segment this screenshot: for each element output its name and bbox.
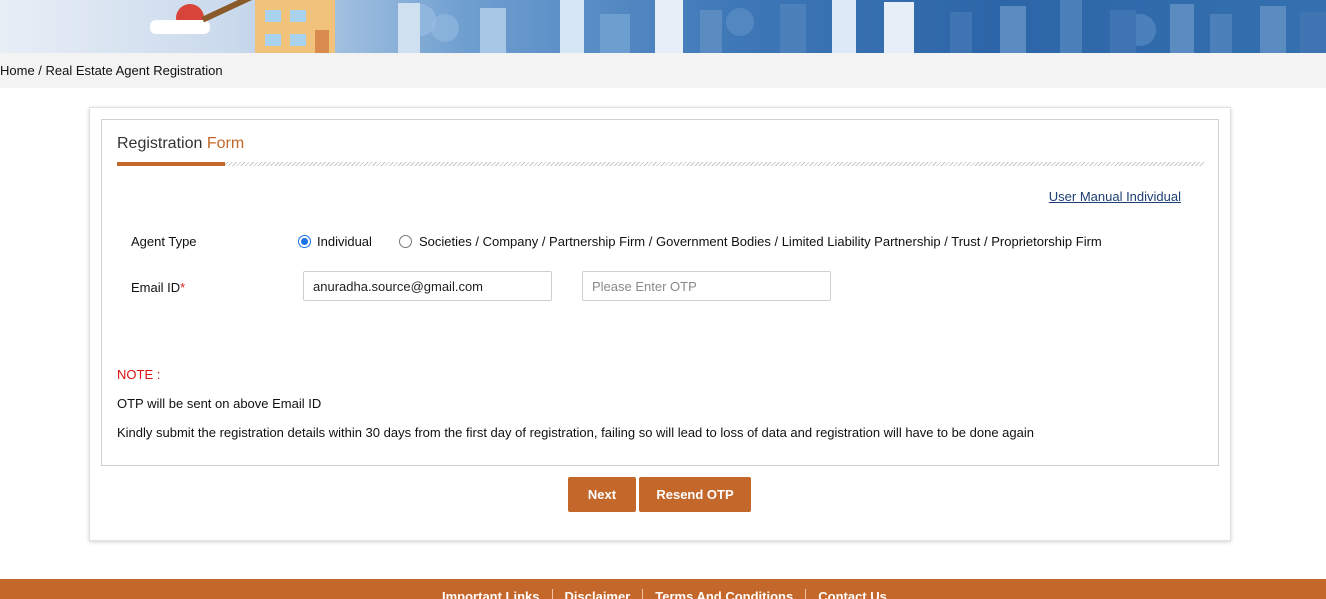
- header-banner: [0, 0, 1326, 53]
- title-divider: [117, 162, 1204, 166]
- email-input[interactable]: [303, 271, 552, 301]
- registration-form-panel: Registration Form User Manual Individual…: [101, 119, 1219, 466]
- breadcrumb-separator: /: [34, 63, 46, 78]
- agent-type-organization-radio[interactable]: [399, 235, 412, 248]
- form-title-accent: Form: [206, 135, 245, 152]
- resend-otp-button[interactable]: Resend OTP: [639, 477, 751, 512]
- footer-link-terms[interactable]: Terms And Conditions: [642, 589, 805, 599]
- footer-link-disclaimer[interactable]: Disclaimer: [551, 589, 643, 599]
- breadcrumb-current: Real Estate Agent Registration: [45, 63, 223, 78]
- agent-type-organization-label[interactable]: Societies / Company / Partnership Firm /…: [419, 234, 1102, 249]
- email-label-text: Email ID: [131, 280, 181, 295]
- note-line-otp: OTP will be sent on above Email ID: [117, 396, 322, 411]
- next-button[interactable]: Next: [568, 477, 636, 512]
- note-title: NOTE :: [117, 367, 161, 382]
- footer-link-important-links[interactable]: Important Links: [442, 589, 552, 599]
- agent-type-individual-label[interactable]: Individual: [317, 234, 372, 249]
- breadcrumb: Home / Real Estate Agent Registration: [0, 63, 223, 78]
- agent-type-individual-radio[interactable]: [298, 235, 311, 248]
- breadcrumb-home-link[interactable]: Home: [0, 63, 35, 78]
- agent-type-label: Agent Type: [131, 234, 197, 249]
- title-divider-accent: [117, 162, 225, 166]
- user-manual-link[interactable]: User Manual Individual: [1049, 189, 1181, 204]
- note-line-deadline: Kindly submit the registration details w…: [117, 425, 1034, 440]
- otp-input[interactable]: [582, 271, 831, 301]
- registration-card: Registration Form User Manual Individual…: [89, 107, 1231, 541]
- form-title: Registration Form: [117, 135, 244, 153]
- email-label: Email ID*: [131, 280, 185, 295]
- breadcrumb-bar: Home / Real Estate Agent Registration: [0, 53, 1326, 88]
- required-asterisk: *: [180, 280, 186, 295]
- footer-link-contact[interactable]: Contact Us: [805, 589, 899, 599]
- footer-links: Important Links Disclaimer Terms And Con…: [442, 589, 899, 599]
- footer: Important Links Disclaimer Terms And Con…: [0, 579, 1326, 599]
- city-skyline-illustration: [150, 0, 1326, 53]
- form-title-main: Registration: [117, 135, 203, 152]
